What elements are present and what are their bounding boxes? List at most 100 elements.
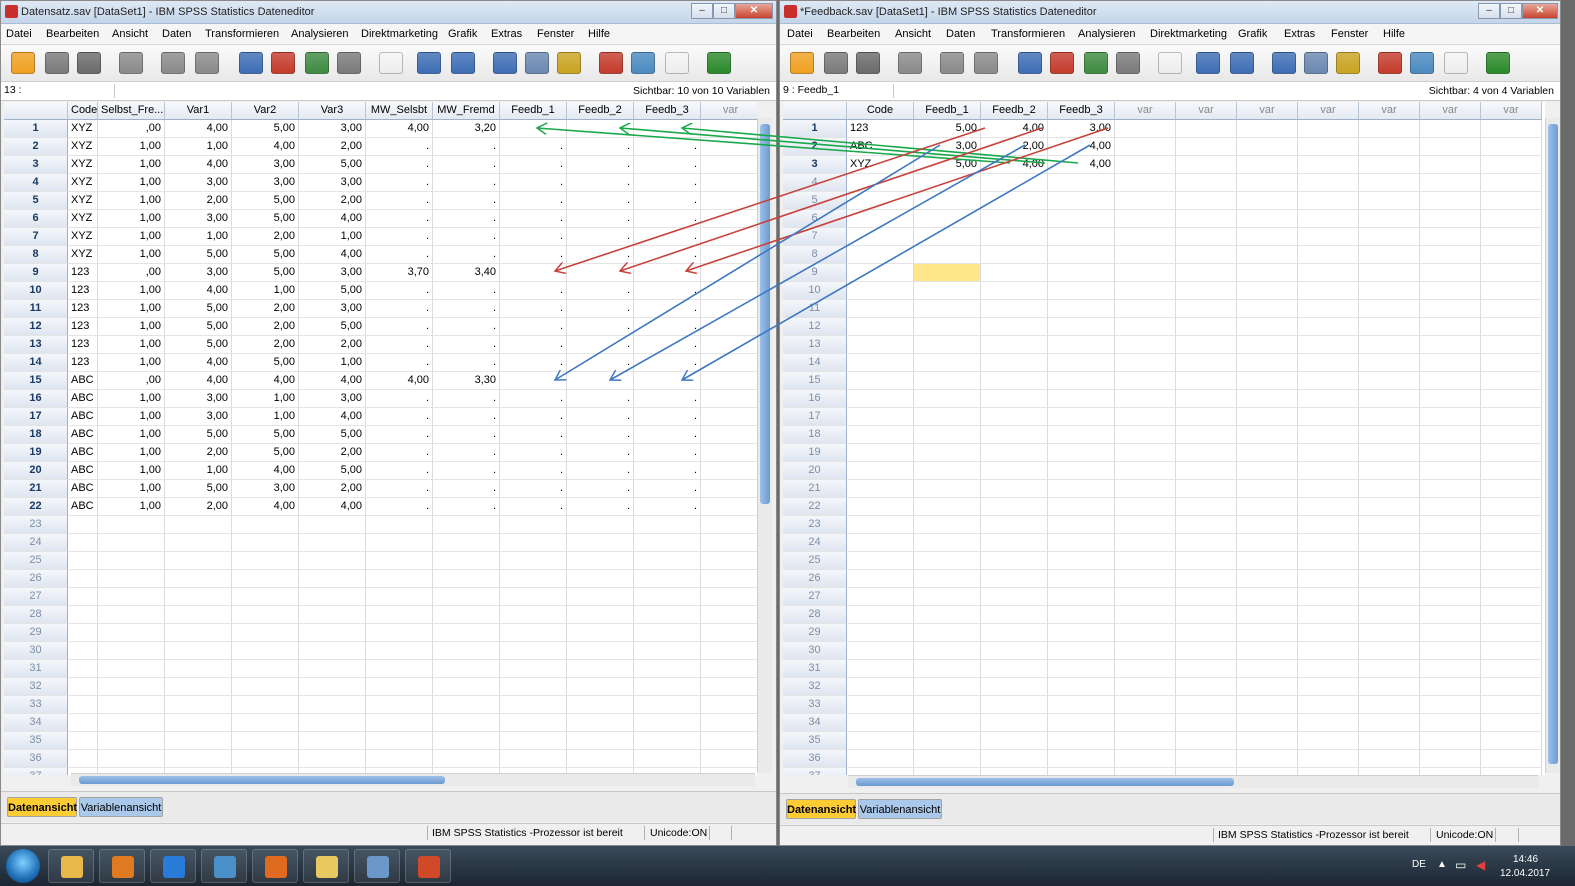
data-cell[interactable] bbox=[1359, 462, 1420, 480]
data-cell[interactable]: 4,00 bbox=[366, 372, 433, 390]
data-cell[interactable]: XYZ bbox=[68, 228, 98, 246]
data-cell[interactable]: . bbox=[567, 246, 634, 264]
data-cell[interactable] bbox=[567, 552, 634, 570]
data-cell[interactable] bbox=[847, 210, 914, 228]
data-cell[interactable] bbox=[1298, 174, 1359, 192]
data-cell[interactable]: ABC bbox=[68, 498, 98, 516]
data-cell[interactable]: ABC bbox=[68, 390, 98, 408]
menu-analysieren[interactable]: Analysieren bbox=[1078, 28, 1135, 40]
run-descriptives-icon[interactable] bbox=[1116, 52, 1140, 74]
row-number[interactable]: 5 bbox=[4, 192, 68, 210]
taskbar-folder-icon[interactable] bbox=[303, 849, 349, 883]
row-number[interactable]: 9 bbox=[783, 264, 847, 282]
data-cell[interactable] bbox=[98, 732, 165, 750]
data-cell[interactable]: . bbox=[634, 246, 701, 264]
data-cell[interactable]: 1,00 bbox=[165, 138, 232, 156]
data-cell[interactable] bbox=[1481, 498, 1542, 516]
data-cell[interactable] bbox=[1176, 552, 1237, 570]
data-cell[interactable] bbox=[1359, 372, 1420, 390]
data-cell[interactable] bbox=[1048, 750, 1115, 768]
data-cell[interactable] bbox=[68, 714, 98, 732]
data-cell[interactable] bbox=[1048, 192, 1115, 210]
data-cell[interactable] bbox=[847, 660, 914, 678]
data-cell[interactable]: . bbox=[433, 498, 500, 516]
data-cell[interactable]: 5,00 bbox=[299, 462, 366, 480]
row-number[interactable]: 10 bbox=[783, 282, 847, 300]
data-cell[interactable] bbox=[914, 480, 981, 498]
redo-icon[interactable] bbox=[195, 52, 219, 74]
data-cell[interactable] bbox=[299, 624, 366, 642]
data-cell[interactable] bbox=[1359, 444, 1420, 462]
data-cell[interactable] bbox=[914, 498, 981, 516]
data-cell[interactable] bbox=[299, 552, 366, 570]
data-cell[interactable] bbox=[1115, 768, 1176, 775]
data-cell[interactable] bbox=[981, 624, 1048, 642]
row-number[interactable]: 34 bbox=[783, 714, 847, 732]
data-cell[interactable] bbox=[165, 516, 232, 534]
data-cell[interactable] bbox=[701, 480, 757, 498]
data-cell[interactable]: . bbox=[433, 426, 500, 444]
data-cell[interactable]: ABC bbox=[68, 480, 98, 498]
data-cell[interactable]: . bbox=[366, 246, 433, 264]
data-cell[interactable] bbox=[299, 606, 366, 624]
data-cell[interactable] bbox=[1481, 228, 1542, 246]
data-cell[interactable]: ABC bbox=[68, 372, 98, 390]
data-cell[interactable]: . bbox=[366, 426, 433, 444]
data-cell[interactable] bbox=[981, 606, 1048, 624]
data-cell[interactable] bbox=[1176, 660, 1237, 678]
data-cell[interactable] bbox=[1115, 192, 1176, 210]
data-cell[interactable] bbox=[232, 660, 299, 678]
row-number[interactable]: 27 bbox=[783, 588, 847, 606]
cell-reference[interactable]: 13 : bbox=[4, 84, 115, 98]
data-cell[interactable] bbox=[1048, 174, 1115, 192]
row-number[interactable]: 12 bbox=[4, 318, 68, 336]
data-cell[interactable] bbox=[701, 534, 757, 552]
use-sets-icon[interactable] bbox=[1410, 52, 1434, 74]
data-cell[interactable] bbox=[701, 642, 757, 660]
data-cell[interactable] bbox=[68, 570, 98, 588]
data-cell[interactable]: 2,00 bbox=[165, 498, 232, 516]
data-cell[interactable] bbox=[1176, 714, 1237, 732]
data-cell[interactable] bbox=[847, 444, 914, 462]
data-cell[interactable] bbox=[634, 660, 701, 678]
menu-ansicht[interactable]: Ansicht bbox=[895, 28, 931, 40]
data-cell[interactable] bbox=[433, 606, 500, 624]
data-cell[interactable] bbox=[1048, 570, 1115, 588]
data-cell[interactable] bbox=[1481, 768, 1542, 775]
undo-icon[interactable] bbox=[940, 52, 964, 74]
data-cell[interactable] bbox=[68, 750, 98, 768]
data-cell[interactable] bbox=[1481, 642, 1542, 660]
data-cell[interactable] bbox=[299, 534, 366, 552]
data-cell[interactable] bbox=[1176, 192, 1237, 210]
data-cell[interactable]: 1,00 bbox=[165, 228, 232, 246]
data-cell[interactable] bbox=[68, 624, 98, 642]
data-cell[interactable] bbox=[981, 480, 1048, 498]
data-cell[interactable] bbox=[701, 660, 757, 678]
data-cell[interactable] bbox=[914, 660, 981, 678]
data-cell[interactable] bbox=[165, 732, 232, 750]
data-cell[interactable] bbox=[1420, 426, 1481, 444]
data-cell[interactable] bbox=[165, 642, 232, 660]
data-cell[interactable] bbox=[433, 678, 500, 696]
data-cell[interactable] bbox=[701, 408, 757, 426]
data-cell[interactable] bbox=[1420, 678, 1481, 696]
data-cell[interactable] bbox=[981, 282, 1048, 300]
dialog-recall-icon[interactable] bbox=[898, 52, 922, 74]
data-cell[interactable] bbox=[1115, 372, 1176, 390]
data-cell[interactable] bbox=[366, 660, 433, 678]
data-cell[interactable]: . bbox=[500, 156, 567, 174]
data-cell[interactable] bbox=[701, 426, 757, 444]
data-cell[interactable] bbox=[701, 606, 757, 624]
data-cell[interactable] bbox=[1115, 444, 1176, 462]
data-cell[interactable]: . bbox=[366, 282, 433, 300]
data-cell[interactable] bbox=[701, 570, 757, 588]
data-cell[interactable]: . bbox=[366, 228, 433, 246]
data-cell[interactable]: . bbox=[366, 498, 433, 516]
data-cell[interactable] bbox=[847, 552, 914, 570]
menu-direktmarketing[interactable]: Direktmarketing bbox=[361, 28, 438, 40]
data-cell[interactable]: 3,70 bbox=[366, 264, 433, 282]
data-cell[interactable] bbox=[165, 588, 232, 606]
data-cell[interactable] bbox=[1237, 462, 1298, 480]
data-cell[interactable] bbox=[1298, 210, 1359, 228]
data-cell[interactable] bbox=[98, 552, 165, 570]
